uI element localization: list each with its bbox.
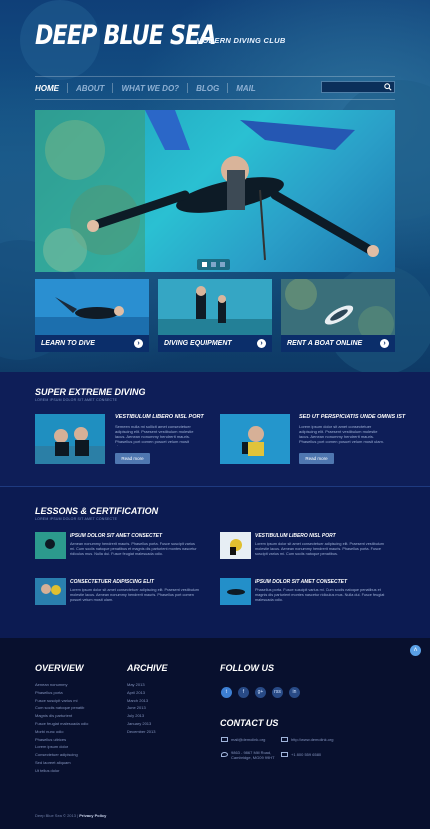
google-plus-icon[interactable]: g+ [255, 687, 266, 698]
card-learn-to-dive[interactable]: LEARN TO DIVE › [35, 279, 149, 352]
card-caption: LEARN TO DIVE › [35, 335, 149, 352]
archive-link[interactable]: April 2013 [127, 690, 145, 695]
lesson-photo [35, 532, 66, 559]
overview-link[interactable]: Sed laoreet aliquam [35, 760, 71, 765]
search-box [321, 81, 395, 93]
card-label: DIVING EQUIPMENT [164, 340, 232, 347]
email-icon [221, 737, 228, 742]
monitor-icon [281, 737, 288, 742]
site-tagline: MODERN DIVING CLUB [196, 36, 286, 45]
slider-pagination [197, 259, 230, 270]
card-label: LEARN TO DIVE [41, 340, 95, 347]
section-title: LESSONS & CERTIFICATION [35, 506, 159, 516]
copyright-text: Deep Blue Sea © 2013 | [35, 813, 79, 818]
archive-link[interactable]: March 2013 [127, 698, 148, 703]
section-subtitle: LOREM IPSUM DOLOR SIT AMET CONSECTE [35, 398, 118, 402]
card-caption: DIVING EQUIPMENT › [158, 335, 272, 352]
lesson-photo [35, 578, 66, 605]
lesson-title[interactable]: IPSUM DOLOR SIT AMET CONSECTET [255, 579, 347, 585]
archive-link[interactable]: December 2013 [127, 729, 155, 734]
nav-item-blog[interactable]: BLOG [188, 84, 227, 93]
card-photo [35, 279, 149, 335]
lesson-text: Phasellus porta. Fusce suscipit varius m… [255, 588, 385, 602]
card-caption: RENT A BOAT ONLINE › [281, 335, 395, 352]
feature-text: Semeen nulla mi sollicit amet consectetu… [115, 424, 194, 446]
privacy-policy-link[interactable]: Privacy Policy [79, 813, 106, 818]
overview-link[interactable]: Consectetuer adipiscing [35, 752, 78, 757]
nav-item-home[interactable]: HOME [35, 84, 67, 93]
diver-photo [35, 110, 379, 272]
lesson-title[interactable]: IPSUM DOLOR SIT AMET CONSECTET [70, 533, 162, 539]
lesson-title[interactable]: VESTIBULUM LIBERO NISL PORT [255, 533, 336, 539]
feature-photo [220, 414, 290, 464]
contact-website[interactable]: http://www.demolink.org [291, 737, 333, 742]
nav-divider-top [35, 76, 395, 77]
main-nav: HOME ABOUT WHAT WE DO? BLOG MAIL [35, 83, 264, 93]
location-pin-icon [221, 752, 228, 757]
section-title: SUPER EXTREME DIVING [35, 387, 146, 397]
overview-link[interactable]: Lorem ipsum dolor [35, 744, 68, 749]
card-photo [281, 279, 395, 335]
feature-title[interactable]: SED UT PERSPICIATIS UNDE OMNIS IST [299, 414, 405, 420]
back-to-top-icon[interactable]: ˄ [410, 645, 421, 656]
feature-title[interactable]: VESTIBULUM LIBERO NISL PORT [115, 414, 204, 420]
read-more-button[interactable]: Read more [115, 453, 150, 464]
contact-email[interactable]: mail@demolink.org [231, 737, 265, 742]
copyright: Deep Blue Sea © 2013 | Privacy Policy [35, 813, 106, 818]
section-subtitle: LOREM IPSUM DOLOR SIT AMET CONSECTE [35, 517, 118, 521]
overview-link[interactable]: Fusce feugiat malesuada odio [35, 721, 88, 726]
rss-icon[interactable]: rss [272, 687, 283, 698]
phone-icon [281, 752, 288, 757]
site-logo[interactable]: DEEP BLUE SEA [35, 20, 217, 51]
card-label: RENT A BOAT ONLINE [287, 340, 363, 347]
hero-slider[interactable] [35, 110, 395, 272]
overview-link[interactable]: Cum sociis natoque penatib [35, 705, 84, 710]
slider-dot[interactable] [211, 262, 216, 267]
overview-link[interactable]: Magnis dis parturient [35, 713, 72, 718]
card-photo [158, 279, 272, 335]
lesson-text: Aenean nonummy hendrerit mauris. Phasell… [70, 542, 197, 556]
archive-link[interactable]: June 2013 [127, 705, 146, 710]
nav-item-about[interactable]: ABOUT [68, 84, 112, 93]
search-icon[interactable] [384, 83, 392, 91]
lesson-text: Lorem ipsum dolor sit amet consectetuer … [255, 542, 384, 556]
twitter-icon[interactable]: t [221, 687, 232, 698]
overview-link[interactable]: Phasellus ultrices [35, 737, 66, 742]
contact-phone: +1 800 559 6580 [291, 752, 322, 757]
footer-title-contact: CONTACT US [220, 718, 279, 728]
read-more-button[interactable]: Read more [299, 453, 334, 464]
lesson-text: Lorem ipsum dolor sit amet consectetuer … [70, 588, 199, 602]
card-diving-equipment[interactable]: DIVING EQUIPMENT › [158, 279, 272, 352]
footer-title-archive: ARCHIVE [127, 663, 168, 673]
contact-address: 9863 - 9867 Mill Road, Cambridge, MG09 9… [231, 750, 275, 760]
hero-area: DEEP BLUE SEA MODERN DIVING CLUB HOME AB… [0, 0, 430, 372]
linkedin-icon[interactable]: in [289, 687, 300, 698]
overview-link[interactable]: Aenean nonummy [35, 682, 67, 687]
facebook-icon[interactable]: f [238, 687, 249, 698]
overview-link[interactable]: Phasellus porta [35, 690, 63, 695]
archive-link[interactable]: July 2013 [127, 713, 144, 718]
slider-dot[interactable] [202, 262, 207, 267]
archive-link[interactable]: May 2013 [127, 682, 145, 687]
overview-link[interactable]: Ut tellus dolor [35, 768, 59, 773]
overview-link[interactable]: Fusce suscipit varius mi [35, 698, 77, 703]
slider-dot[interactable] [220, 262, 225, 267]
lesson-title[interactable]: CONSECTETUER ADIPISCING ELIT [70, 579, 154, 585]
arrow-right-icon[interactable]: › [380, 339, 389, 348]
footer-title-overview: OVERVIEW [35, 663, 84, 673]
footer-title-follow: FOLLOW US [220, 663, 274, 673]
card-rent-a-boat[interactable]: RENT A BOAT ONLINE › [281, 279, 395, 352]
feature-text: Lorem ipsum dolor sit amet consectetuer … [299, 424, 384, 444]
overview-link[interactable]: Morbi nunc odio [35, 729, 63, 734]
lesson-photo [220, 578, 251, 605]
arrow-right-icon[interactable]: › [134, 339, 143, 348]
search-input[interactable] [324, 83, 380, 91]
nav-divider-bottom [35, 99, 395, 100]
archive-link[interactable]: January 2013 [127, 721, 151, 726]
feature-photo [35, 414, 105, 464]
lesson-photo [220, 532, 251, 559]
arrow-right-icon[interactable]: › [257, 339, 266, 348]
nav-item-mail[interactable]: MAIL [228, 84, 264, 93]
nav-item-what-we-do[interactable]: WHAT WE DO? [113, 84, 187, 93]
